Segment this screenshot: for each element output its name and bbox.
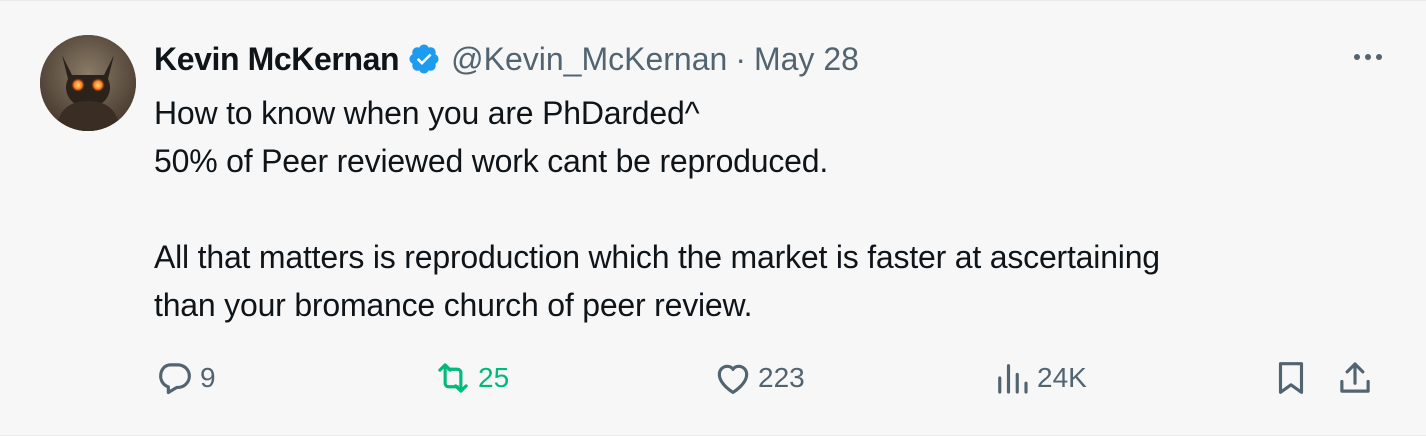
tweet-date[interactable]: May 28 (754, 41, 859, 78)
bookmark-icon (1278, 362, 1304, 394)
tweet-line-1: How to know when you are PhDarded^ (154, 95, 700, 131)
action-bar: 9 25 223 24K (154, 356, 1394, 400)
reply-count: 9 (200, 362, 216, 393)
retweet-icon (438, 363, 468, 393)
retweet-button[interactable]: 25 (432, 356, 509, 400)
header-separator: · (735, 40, 746, 77)
share-icon (1340, 362, 1370, 393)
views-button[interactable]: 24K (991, 356, 1087, 400)
like-count: 223 (758, 362, 805, 393)
retweet-count: 25 (478, 362, 510, 393)
more-dots-icon[interactable] (1348, 45, 1388, 69)
display-name[interactable]: Kevin McKernan (154, 41, 400, 78)
bookmark-button[interactable] (1270, 356, 1312, 400)
tweet-line-3: All that matters is reproduction which t… (154, 239, 1160, 275)
avatar[interactable] (40, 35, 136, 131)
tweet-line-4: than your bromance church of peer review… (154, 287, 753, 323)
views-icon (998, 364, 1028, 394)
views-count: 24K (1037, 362, 1087, 393)
share-button[interactable] (1334, 356, 1376, 400)
tweet-text: How to know when you are PhDarded^ 50% o… (154, 89, 1384, 329)
heart-icon (717, 364, 749, 394)
tweet-header: Kevin McKernan @Kevin_McKernan · May 28 (154, 39, 859, 79)
tweet-line-2: 50% of Peer reviewed work cant be reprod… (154, 143, 829, 179)
reply-button[interactable]: 9 (154, 356, 216, 400)
tweet-card[interactable]: Kevin McKernan @Kevin_McKernan · May 28 … (0, 0, 1426, 436)
verified-badge-icon[interactable] (407, 42, 441, 76)
author-handle[interactable]: @Kevin_McKernan (451, 41, 727, 78)
reply-icon (159, 363, 191, 395)
like-button[interactable]: 223 (712, 356, 805, 400)
